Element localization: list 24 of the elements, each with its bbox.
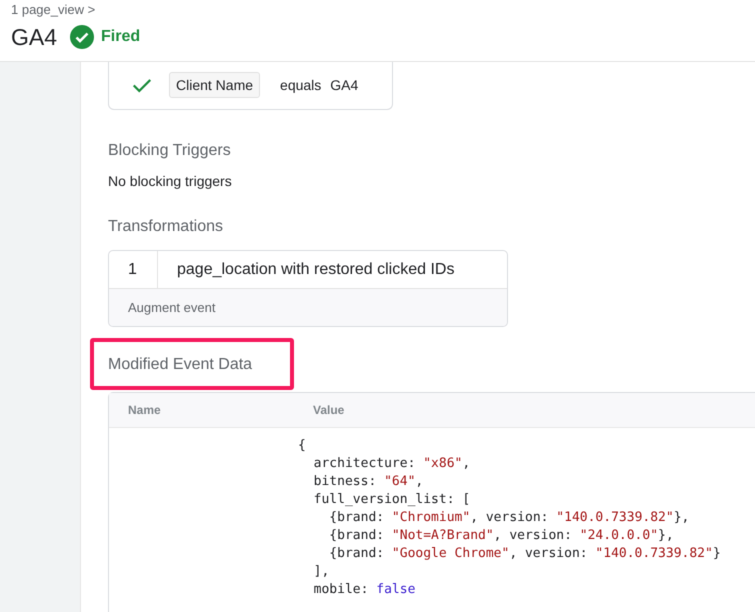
code-line: {brand: "Chromium", version: "140.0.7339.82"},: [328, 509, 690, 527]
section-heading: Transformations: [108, 217, 224, 237]
column-header: Name: [127, 403, 162, 417]
code-line: {brand: "Not=A?Brand", version: "24.0.0.0"},: [328, 527, 675, 545]
code-line: {: [298, 437, 307, 455]
code-line: full_version_list: [: [312, 491, 472, 509]
section-heading: Modified Event Data: [108, 355, 254, 375]
code-line: {brand: "Google Chrome", version: "140.0.7339.82"}: [328, 545, 722, 563]
code-line: ],: [312, 563, 330, 581]
column-header: Value: [313, 403, 344, 417]
breadcrumb-link[interactable]: 1 page_view >: [11, 2, 755, 18]
transformation-type: Augment event: [109, 289, 507, 326]
operator-text: equals: [280, 76, 322, 92]
variable-chip: Client Name: [169, 72, 260, 98]
code-line: architecture: "x86",: [312, 455, 472, 473]
index-cell: 1: [109, 251, 158, 288]
section-heading: Blocking Triggers: [108, 141, 232, 161]
value-text: GA4: [330, 76, 358, 92]
transformation-name: page_location with restored clicked IDs: [176, 260, 454, 280]
status-label: Fired: [101, 28, 140, 46]
empty-message: No blocking triggers: [108, 173, 233, 189]
code-line: mobile: false: [312, 581, 416, 599]
tag-title: GA4: [11, 23, 58, 51]
code-line: bitness: "64",: [312, 473, 424, 491]
